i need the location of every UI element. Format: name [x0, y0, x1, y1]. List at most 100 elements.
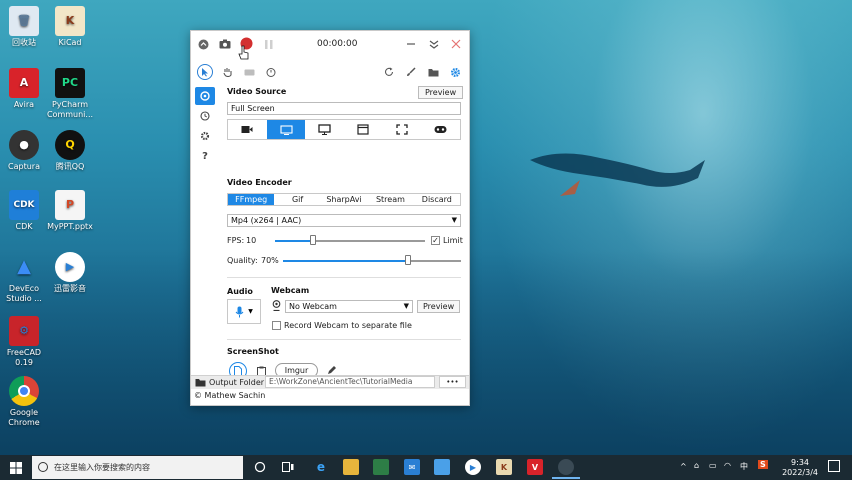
desktop-icon-cdk[interactable]: CDK CDK	[0, 190, 48, 232]
source-screen-button[interactable]	[266, 120, 306, 139]
camera-icon[interactable]	[219, 38, 231, 50]
desktop-icon-pycharm[interactable]: PC PyCharm Communi...	[46, 68, 94, 120]
output-folder-bar: Output Folder E:\WorkZone\AncientTec\Tut…	[191, 375, 469, 389]
app-taskbar-icon[interactable]: V	[527, 459, 543, 475]
chevron-down-icon: ▼	[451, 216, 457, 224]
output-folder-path[interactable]: E:\WorkZone\AncientTec\TutorialMedia	[265, 376, 435, 388]
quality-slider-thumb[interactable]	[404, 255, 411, 265]
desktop-icon-deveco[interactable]: ▲ DevEco Studio ...	[0, 252, 48, 304]
tray-app-icon[interactable]: S	[758, 460, 768, 469]
deveco-icon: ▲	[17, 256, 31, 277]
keyboard-tool-icon[interactable]	[241, 64, 257, 80]
fps-value: 10	[246, 236, 257, 245]
tray-wifi-icon[interactable]: ◠	[724, 461, 731, 470]
tray-battery-icon[interactable]: ▭	[709, 461, 717, 470]
settings-gear-icon[interactable]	[447, 64, 463, 80]
file-explorer-icon[interactable]	[343, 459, 359, 475]
windows-start-icon[interactable]	[10, 462, 22, 474]
desktop-icon-captura[interactable]: ● Captura	[0, 130, 48, 172]
xunlei-taskbar-icon[interactable]: ▶	[465, 459, 481, 475]
desktop-icon-freecad[interactable]: ⚙ FreeCAD 0.19	[0, 316, 48, 368]
pause-icon[interactable]	[263, 38, 275, 50]
webcam-preview-button[interactable]: Preview	[417, 300, 461, 313]
hand-tool-icon[interactable]	[219, 64, 235, 80]
quality-label: Quality:	[227, 256, 258, 265]
video-source-field[interactable]: Full Screen	[227, 102, 461, 115]
captura-icon: ●	[9, 130, 39, 160]
taskbar-search-placeholder: 在这里输入你要搜索的内容	[54, 463, 150, 472]
tray-network-icon[interactable]: ⌂	[694, 461, 699, 470]
active-app-indicator	[552, 477, 580, 479]
captura-taskbar-icon[interactable]	[558, 459, 574, 475]
desktop-icon-myppt[interactable]: P MyPPT.pptx	[46, 190, 94, 232]
fps-slider-thumb[interactable]	[309, 235, 316, 245]
edge-icon[interactable]: e	[313, 459, 329, 475]
fps-slider-fill	[275, 240, 313, 242]
brush-icon[interactable]	[403, 64, 419, 80]
timer-tool-icon[interactable]	[263, 64, 279, 80]
history-icon[interactable]	[195, 107, 215, 125]
pptx-file-icon: P	[55, 190, 85, 220]
browse-folder-button[interactable]: •••	[439, 376, 466, 388]
tab-gif[interactable]: Gif	[274, 194, 320, 205]
qq-icon: Q	[55, 130, 85, 160]
chevron-down-icon: ▼	[403, 302, 409, 310]
tab-sharpavi[interactable]: SharpAvi	[321, 194, 367, 205]
audio-title: Audio	[227, 287, 253, 296]
tab-stream[interactable]: Stream	[367, 194, 413, 205]
collapse-icon[interactable]	[197, 38, 209, 50]
desktop-icon-chrome[interactable]: Google Chrome	[0, 376, 48, 428]
store-icon[interactable]	[373, 459, 389, 475]
desktop-icon-avira[interactable]: A Avira	[0, 68, 48, 110]
fps-label: FPS:	[227, 236, 245, 245]
task-view-icon[interactable]	[280, 459, 296, 475]
help-icon[interactable]: ?	[195, 147, 215, 165]
taskbar-search-box[interactable]: 在这里输入你要搜索的内容	[32, 456, 243, 479]
minimize-icon[interactable]	[405, 38, 417, 50]
cdk-icon: CDK	[9, 190, 39, 220]
mail-icon[interactable]: ✉	[404, 459, 420, 475]
codec-select[interactable]: Mp4 (x264 | AAC) ▼	[227, 214, 461, 227]
tab-ffmpeg[interactable]: FFmpeg	[228, 194, 275, 205]
limit-label: Limit	[443, 236, 463, 245]
taskbar-clock[interactable]: 9:34 2022/3/4	[782, 458, 818, 478]
divider	[227, 277, 461, 278]
ime-indicator[interactable]: 中	[740, 461, 748, 472]
desktop-icon-kicad[interactable]: K KiCad	[46, 6, 94, 48]
folder-icon[interactable]	[425, 64, 441, 80]
tab-discard[interactable]: Discard	[414, 194, 460, 205]
source-gamepad-button[interactable]	[421, 120, 460, 139]
freecad-icon: ⚙	[9, 316, 39, 346]
separate-file-checkbox[interactable]	[272, 321, 281, 330]
webcam-select[interactable]: No Webcam ▼	[285, 300, 413, 313]
refresh-icon[interactable]	[381, 64, 397, 80]
source-region-button[interactable]	[383, 120, 422, 139]
desktop-icon-label: MyPPT.pptx	[47, 222, 93, 231]
chevron-double-down-icon[interactable]	[428, 38, 440, 50]
credit-text: © Mathew Sachin	[194, 391, 266, 400]
feedback-icon[interactable]	[434, 459, 450, 475]
source-window-button[interactable]	[344, 120, 383, 139]
close-icon[interactable]	[450, 38, 462, 50]
home-icon[interactable]	[195, 87, 215, 105]
configure-gear-icon[interactable]	[195, 127, 215, 145]
desktop-icon-recycle-bin[interactable]: 🗑 回收站	[0, 6, 48, 48]
desktop-icon-qq[interactable]: Q 腾讯QQ	[46, 130, 94, 172]
source-monitor-button[interactable]	[305, 120, 344, 139]
diver-illustration	[530, 153, 705, 196]
desktop-icon-xunlei[interactable]: ▶ 迅雷影音	[46, 252, 94, 294]
cortana-icon[interactable]	[252, 459, 268, 475]
limit-checkbox[interactable]: ✓	[431, 236, 440, 245]
captura-window: 00:00:00 ? Video Source Preview Full Scr…	[190, 30, 470, 406]
pointer-tool-icon[interactable]	[197, 64, 213, 80]
audio-source-button[interactable]: ▼	[227, 299, 261, 324]
webcam-icon	[272, 300, 281, 311]
codec-select-value: Mp4 (x264 | AAC)	[231, 216, 302, 225]
video-source-preview-button[interactable]: Preview	[418, 86, 464, 99]
kicad-taskbar-icon[interactable]: K	[496, 459, 512, 475]
webcam-select-value: No Webcam	[289, 302, 337, 311]
source-camera-button[interactable]	[228, 120, 267, 139]
tray-chevron-up-icon[interactable]: ^	[680, 462, 687, 471]
avira-icon: A	[9, 68, 39, 98]
notification-icon[interactable]	[828, 460, 840, 472]
